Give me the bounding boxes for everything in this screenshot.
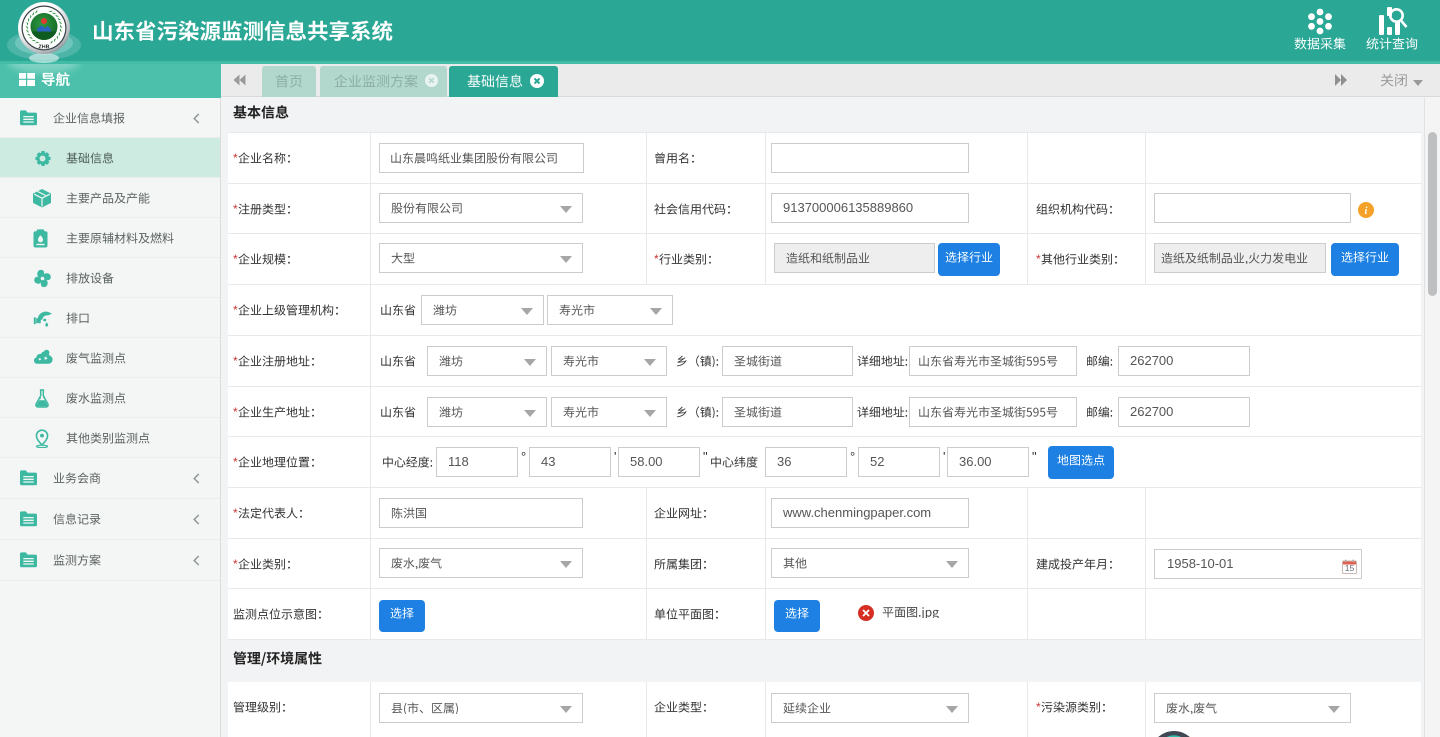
svg-text:i: i <box>1365 206 1368 217</box>
svg-text:15: 15 <box>1345 563 1355 573</box>
